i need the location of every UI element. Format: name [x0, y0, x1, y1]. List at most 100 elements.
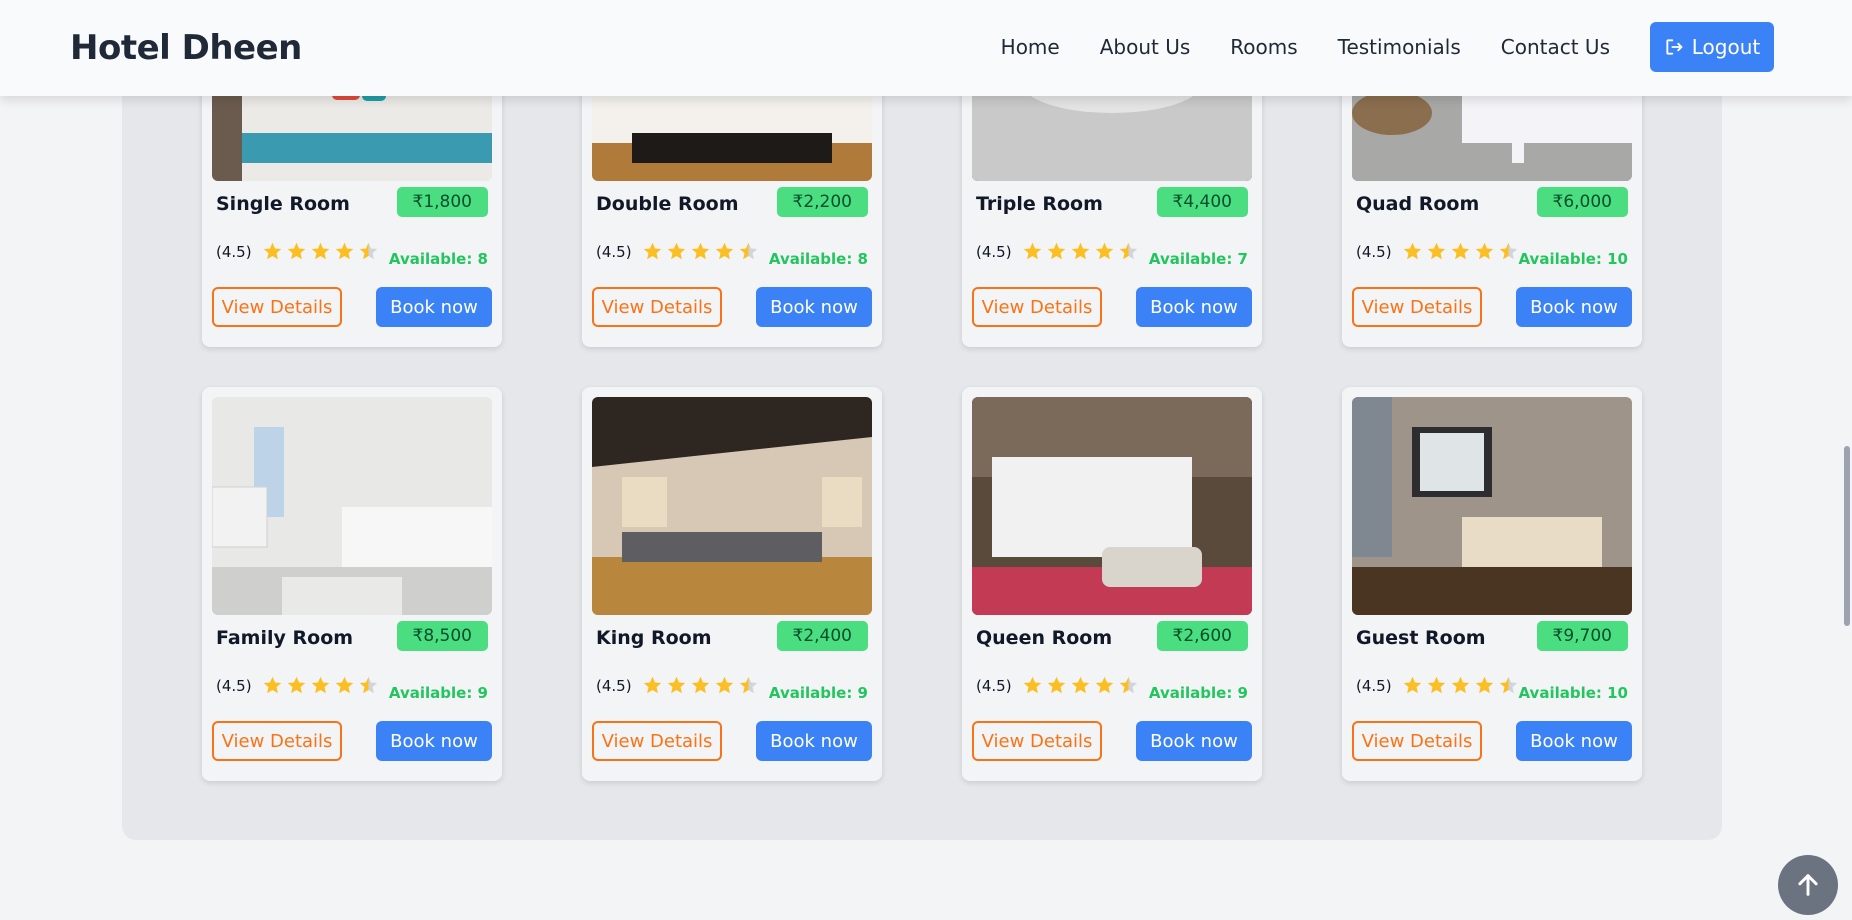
room-name: Queen Room [976, 627, 1113, 649]
star-full-icon [287, 676, 305, 694]
view-details-button[interactable]: View Details [592, 721, 722, 761]
logout-icon [1666, 39, 1683, 55]
star-full-icon [1095, 242, 1113, 260]
availability-text: Available: 9 [388, 684, 488, 702]
logout-button[interactable]: Logout [1650, 22, 1774, 72]
star-half-icon [1119, 676, 1137, 694]
star-full-icon [667, 676, 685, 694]
logout-label: Logout [1691, 35, 1761, 59]
price-badge: ₹2,200 [776, 187, 868, 217]
availability-text: Available: 10 [1518, 684, 1628, 702]
star-rating [262, 675, 379, 696]
nav-contact-us[interactable]: Contact Us [1501, 35, 1610, 59]
rating-row: (4.5) [216, 675, 379, 696]
star-rating [262, 241, 379, 262]
star-half-icon [1119, 242, 1137, 260]
view-details-button[interactable]: View Details [972, 287, 1102, 327]
nav-testimonials[interactable]: Testimonials [1338, 35, 1461, 59]
price-badge: ₹8,500 [396, 621, 488, 651]
availability-text: Available: 9 [768, 684, 868, 702]
rating-row: (4.5) [596, 675, 759, 696]
star-half-icon [1499, 242, 1517, 260]
book-now-button[interactable]: Book now [1516, 287, 1632, 327]
star-half-icon [359, 242, 377, 260]
star-full-icon [1451, 676, 1469, 694]
nav-about-us[interactable]: About Us [1100, 35, 1191, 59]
star-full-icon [1427, 242, 1445, 260]
room-card: Guest Room ₹9,700 (4.5) Available: 10 Vi… [1342, 387, 1642, 781]
star-full-icon [643, 242, 661, 260]
book-now-button[interactable]: Book now [1516, 721, 1632, 761]
star-half-icon [1499, 676, 1517, 694]
star-full-icon [1023, 242, 1041, 260]
room-photo [1352, 397, 1632, 615]
star-rating [642, 675, 759, 696]
star-full-icon [335, 676, 353, 694]
star-rating [642, 241, 759, 262]
star-full-icon [1047, 676, 1065, 694]
star-full-icon [1475, 242, 1493, 260]
room-name: Family Room [216, 627, 354, 649]
star-full-icon [335, 242, 353, 260]
view-details-button[interactable]: View Details [1352, 287, 1482, 327]
book-now-button[interactable]: Book now [1136, 287, 1252, 327]
view-details-button[interactable]: View Details [972, 721, 1102, 761]
star-full-icon [1047, 242, 1065, 260]
room-photo [212, 397, 492, 615]
star-half-icon [739, 676, 757, 694]
room-card: Queen Room ₹2,600 (4.5) Available: 9 Vie… [962, 387, 1262, 781]
book-now-button[interactable]: Book now [376, 287, 492, 327]
book-now-button[interactable]: Book now [756, 287, 872, 327]
view-details-button[interactable]: View Details [212, 721, 342, 761]
rooms-grid: Single Room ₹1,800 (4.5) Available: 8 Vi… [202, 0, 1642, 781]
nav-rooms[interactable]: Rooms [1230, 35, 1297, 59]
star-full-icon [643, 676, 661, 694]
price-badge: ₹9,700 [1536, 621, 1628, 651]
star-full-icon [1071, 676, 1089, 694]
availability-text: Available: 8 [388, 250, 488, 268]
availability-text: Available: 7 [1148, 250, 1248, 268]
site-header: Hotel Dheen Home About Us Rooms Testimon… [0, 0, 1852, 96]
scrollbar[interactable] [1842, 0, 1852, 920]
view-details-button[interactable]: View Details [592, 287, 722, 327]
rating-value: (4.5) [976, 242, 1012, 261]
star-full-icon [287, 242, 305, 260]
scroll-to-top-button[interactable] [1778, 855, 1838, 915]
rating-row: (4.5) [976, 675, 1139, 696]
star-full-icon [691, 242, 709, 260]
room-card: Family Room ₹8,500 (4.5) Available: 9 Vi… [202, 387, 502, 781]
availability-text: Available: 8 [768, 250, 868, 268]
rating-value: (4.5) [596, 242, 632, 261]
price-badge: ₹1,800 [396, 187, 488, 217]
star-full-icon [715, 242, 733, 260]
star-half-icon [359, 676, 377, 694]
view-details-button[interactable]: View Details [1352, 721, 1482, 761]
rating-row: (4.5) [596, 241, 759, 262]
book-now-button[interactable]: Book now [756, 721, 872, 761]
book-now-button[interactable]: Book now [1136, 721, 1252, 761]
star-rating [1022, 675, 1139, 696]
rating-value: (4.5) [976, 676, 1012, 695]
room-name: Quad Room [1356, 193, 1480, 215]
book-now-button[interactable]: Book now [376, 721, 492, 761]
rating-value: (4.5) [596, 676, 632, 695]
availability-text: Available: 10 [1518, 250, 1628, 268]
view-details-button[interactable]: View Details [212, 287, 342, 327]
price-badge: ₹2,400 [776, 621, 868, 651]
price-badge: ₹4,400 [1156, 187, 1248, 217]
nav-home[interactable]: Home [1001, 35, 1060, 59]
room-name: King Room [596, 627, 712, 649]
star-full-icon [1427, 676, 1445, 694]
rating-row: (4.5) [976, 241, 1139, 262]
brand-logo[interactable]: Hotel Dheen [70, 28, 302, 68]
star-rating [1022, 241, 1139, 262]
star-full-icon [263, 242, 281, 260]
star-full-icon [263, 676, 281, 694]
star-full-icon [667, 242, 685, 260]
scrollbar-thumb[interactable] [1844, 446, 1850, 626]
star-rating [1402, 675, 1519, 696]
room-photo [972, 397, 1252, 615]
availability-text: Available: 9 [1148, 684, 1248, 702]
star-full-icon [691, 676, 709, 694]
arrow-up-icon [1798, 874, 1818, 896]
